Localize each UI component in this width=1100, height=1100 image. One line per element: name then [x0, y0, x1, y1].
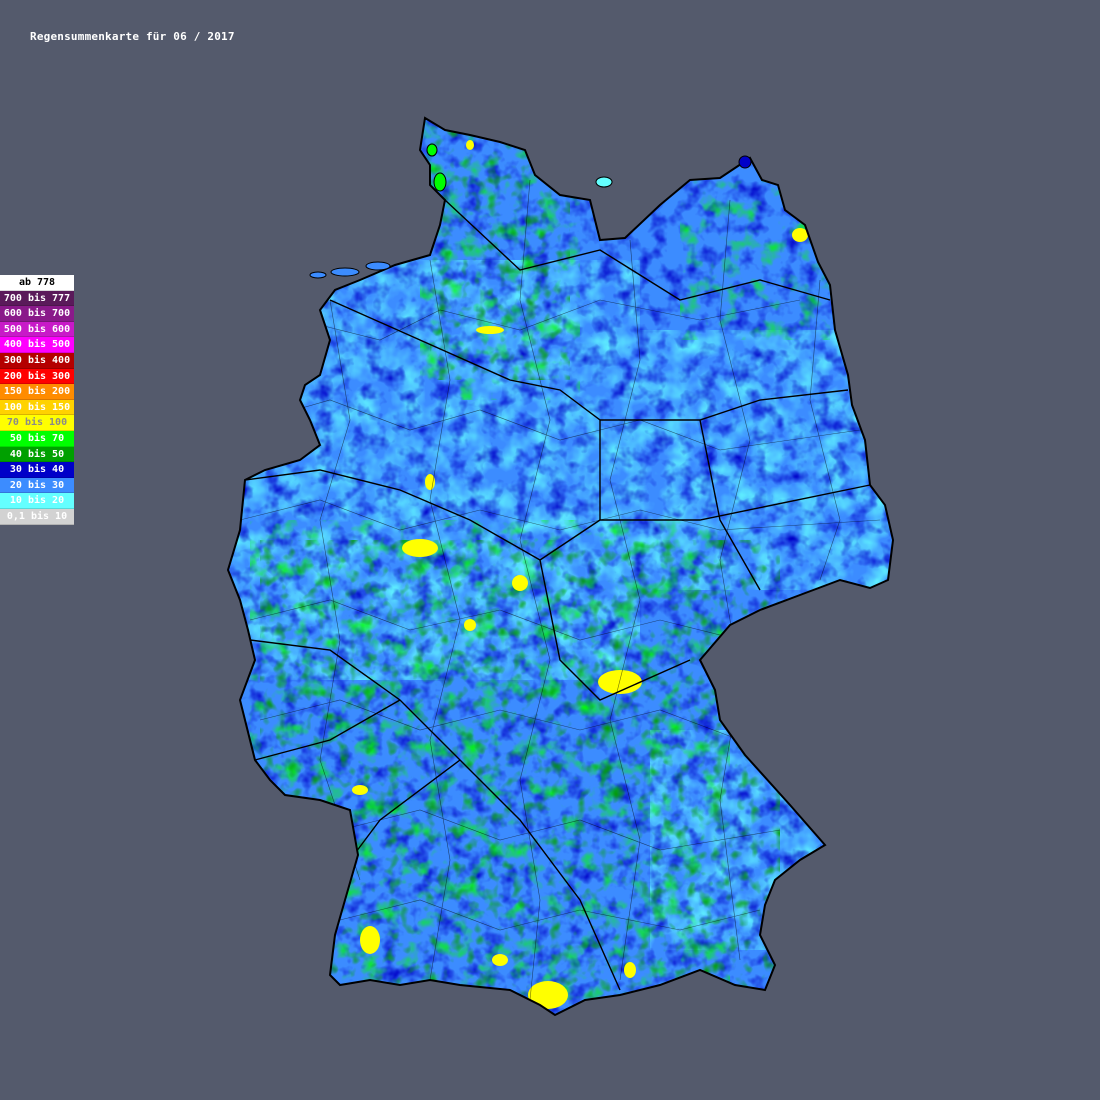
- map-area: [0, 0, 1100, 1100]
- rainfall-field: [228, 118, 893, 1015]
- germany-precipitation-map: [227, 117, 894, 1016]
